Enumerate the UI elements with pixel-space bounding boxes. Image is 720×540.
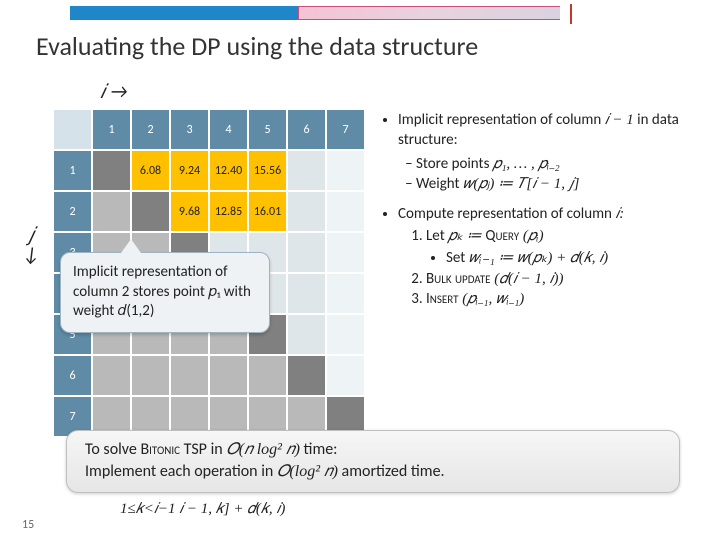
text: Let: [426, 227, 448, 245]
text: Compute representation of column: [398, 205, 615, 223]
cell-below-diag: [170, 355, 209, 396]
step-query: Let 𝑝ₖ ≔ Query (𝑝ᵢ) Set 𝑤ᵢ₋₁ ≔ 𝑤(𝑝ₖ) + 𝑑…: [426, 226, 710, 268]
subbullet-store: Store points 𝑝₁, … , 𝑝ᵢ₋₂: [416, 154, 710, 174]
text: time:: [300, 440, 338, 459]
table-row: 6: [53, 355, 365, 396]
col-header: 7: [326, 109, 365, 150]
j-axis-label: 𝑗 ↓: [22, 225, 40, 265]
cell-below-diag: [92, 191, 131, 232]
cell-below-diag: [209, 355, 248, 396]
cell-empty: [326, 314, 365, 355]
header-decoration: [0, 6, 720, 22]
text: Implement each operation in: [85, 462, 277, 481]
expr: (𝑝ᵢ): [519, 228, 544, 244]
right-panel: Implicit representation of column 𝑖 − 1 …: [380, 110, 710, 319]
step-set: Set 𝑤ᵢ₋₁ ≔ 𝑤(𝑝ₖ) + 𝑑(𝑘, 𝑖): [446, 248, 710, 268]
text: Weight: [416, 175, 463, 193]
j-arrow-glyph: ↓: [22, 243, 40, 267]
cell-empty: [326, 150, 365, 191]
row-header: 2: [53, 191, 92, 232]
cell-empty: [287, 273, 326, 314]
cell-value: 6.08: [131, 150, 170, 191]
col-header: 3: [170, 109, 209, 150]
text: Store points: [416, 155, 493, 173]
cell-value: 15.56: [248, 150, 287, 191]
cell-diag: [92, 150, 131, 191]
col-header: 5: [248, 109, 287, 150]
text: Implicit representation of column: [398, 111, 605, 129]
cell-empty: [326, 273, 365, 314]
page-number: 15: [22, 518, 34, 532]
cell-empty: [326, 232, 365, 273]
bullet-implicit: Implicit representation of column 𝑖 − 1 …: [398, 110, 710, 194]
subbullet-weight: Weight 𝑤(𝑝ⱼ) ≔ 𝑇[𝑖 − 1, 𝑗]: [416, 174, 710, 194]
header-row: 1 2 3 4 5 6 7: [53, 109, 365, 150]
text: Set: [446, 249, 469, 267]
callout-box: Implicit representation of column 2 stor…: [60, 252, 270, 333]
expr: (𝑑(𝑖 − 1, 𝑖)): [491, 271, 564, 287]
summary-line-1: To solve Bitonic TSP in 𝑂(𝑛 log² 𝑛) time…: [85, 439, 661, 461]
cell-empty: [326, 355, 365, 396]
cell-value: 16.01: [248, 191, 287, 232]
expr: (𝑝ᵢ₋₁, 𝑤ᵢ₋₁): [459, 291, 525, 307]
expr: 𝑖:: [615, 206, 624, 222]
col-header: 1: [92, 109, 131, 150]
overflow-formula: 1≤𝑘<𝑖−1 𝑖 − 1, 𝑘] + 𝑑(𝑘, 𝑖): [120, 500, 285, 518]
step-insert: Insert (𝑝ᵢ₋₁, 𝑤ᵢ₋₁): [426, 289, 710, 309]
i-axis-label: 𝑖 →: [100, 80, 128, 104]
bullet-compute: Compute representation of column 𝑖: Let …: [398, 204, 710, 309]
cell-empty: [287, 232, 326, 273]
cell-below-diag: [131, 355, 170, 396]
table-row: 1 6.08 9.24 12.40 15.56: [53, 150, 365, 191]
expr: 𝑝₁, … , 𝑝ᵢ₋₂: [493, 156, 560, 172]
col-header: 6: [287, 109, 326, 150]
text: To solve: [85, 440, 140, 459]
cell-diag: [131, 191, 170, 232]
cell-diag: [287, 355, 326, 396]
expr: 𝑝ₖ ≔: [448, 228, 485, 244]
cell-value: 12.85: [209, 191, 248, 232]
smallcaps: Insert: [426, 290, 459, 308]
cell-empty: [287, 314, 326, 355]
row-header: 1: [53, 150, 92, 191]
cell-value: 9.68: [170, 191, 209, 232]
smallcaps: Query: [485, 227, 519, 245]
expr: 𝑤ᵢ₋₁ ≔ 𝑤(𝑝ₖ) + 𝑑(𝑘, 𝑖): [469, 250, 608, 266]
cell-below-diag: [248, 355, 287, 396]
corner-cell: [53, 109, 92, 150]
cell-empty: [326, 191, 365, 232]
row-header: 6: [53, 355, 92, 396]
summary-box: To solve Bitonic TSP in 𝑂(𝑛 log² 𝑛) time…: [66, 430, 680, 493]
cell-empty: [287, 191, 326, 232]
text: amortized time.: [338, 462, 445, 481]
col-header: 2: [131, 109, 170, 150]
table-row: 2 9.68 12.85 16.01: [53, 191, 365, 232]
smallcaps: Bitonic TSP: [140, 440, 207, 459]
step-bulk: Bulk update (𝑑(𝑖 − 1, 𝑖)): [426, 269, 710, 289]
slide-title: Evaluating the DP using the data structu…: [36, 30, 478, 62]
expr: 𝑤(𝑝ⱼ) ≔ 𝑇[𝑖 − 1, 𝑗]: [463, 176, 580, 192]
cell-below-diag: [92, 355, 131, 396]
smallcaps: Bulk update: [426, 270, 491, 288]
col-header: 4: [209, 109, 248, 150]
cell-value: 9.24: [170, 150, 209, 191]
expr: 𝑂(𝑛 log² 𝑛): [226, 441, 300, 458]
text: in: [207, 440, 226, 459]
expr: 𝑂(log² 𝑛): [277, 463, 338, 480]
expr: 𝑖 − 1: [605, 112, 634, 128]
summary-line-2: Implement each operation in 𝑂(log² 𝑛) am…: [85, 461, 661, 483]
cell-empty: [287, 150, 326, 191]
cell-value: 12.40: [209, 150, 248, 191]
